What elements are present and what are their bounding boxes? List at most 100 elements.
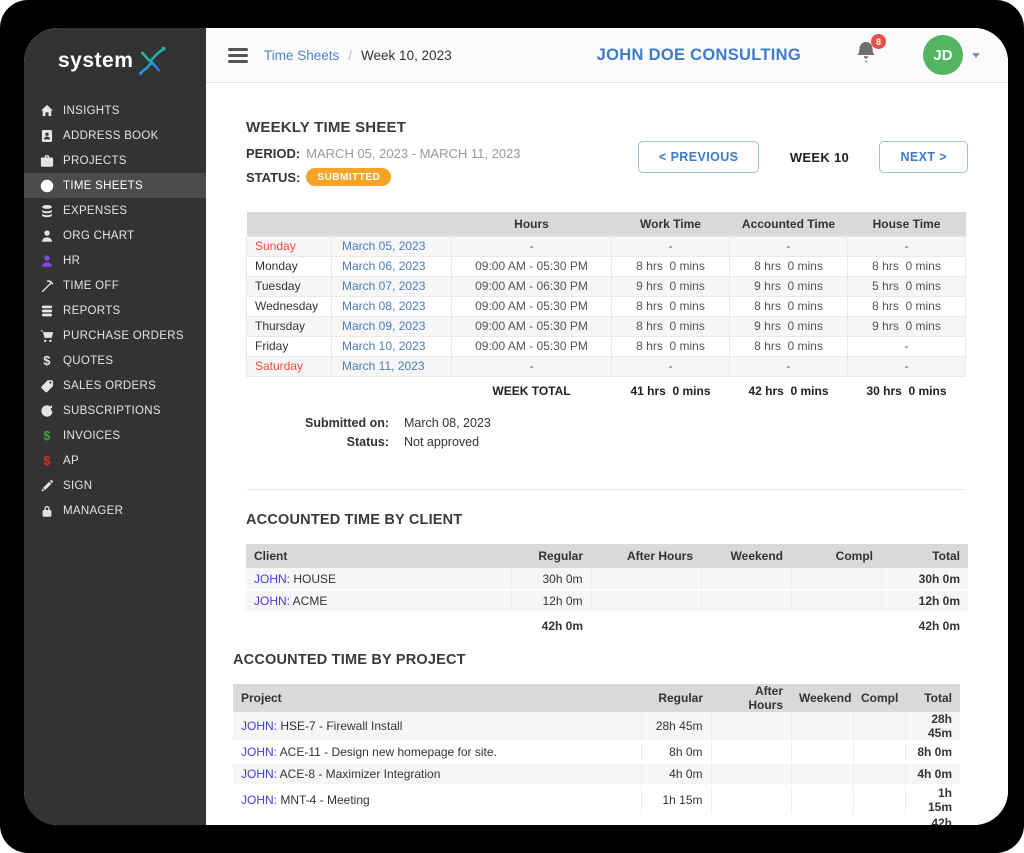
spacer-cell — [711, 815, 791, 825]
accounted-cell: 8 hrs 0 mins — [730, 336, 848, 356]
sidebar-item-ap[interactable]: $AP — [24, 448, 206, 473]
breadcrumb-separator: / — [348, 48, 352, 63]
page-title: WEEKLY TIME SHEET — [246, 119, 968, 136]
sidebar-item-sales-orders[interactable]: SALES ORDERS — [24, 373, 206, 398]
person-icon — [39, 253, 55, 269]
date-link[interactable]: March 07, 2023 — [342, 279, 425, 293]
accounted-time-by-client-table: ClientRegularAfter HoursWeekendComplTota… — [246, 544, 968, 638]
column-header — [332, 212, 452, 236]
home-icon — [39, 103, 55, 119]
total-cell: 30h 0m — [881, 568, 968, 590]
entity-name: HOUSE — [293, 572, 336, 586]
client-total-row: 42h 0m42h 0m — [246, 612, 968, 638]
sidebar-item-subscriptions[interactable]: SUBSCRIPTIONS — [24, 398, 206, 423]
hours-cell: 09:00 AM - 05:30 PM — [452, 256, 612, 276]
approval-status-label: Status: — [301, 435, 389, 449]
address-book-icon — [39, 128, 55, 144]
client-link[interactable]: JOHN: — [241, 719, 277, 733]
sidebar-item-label: EXPENSES — [63, 205, 127, 217]
column-header: Project — [233, 684, 641, 712]
date-cell: March 07, 2023 — [332, 276, 452, 296]
previous-week-button[interactable]: < PREVIOUS — [638, 141, 759, 173]
hours-cell: - — [452, 356, 612, 376]
work-cell: - — [612, 356, 730, 376]
notification-badge: 8 — [871, 34, 886, 49]
date-link[interactable]: March 05, 2023 — [342, 239, 425, 253]
sidebar-item-purchase-orders[interactable]: PURCHASE ORDERS — [24, 323, 206, 348]
sidebar-item-label: ADDRESS BOOK — [63, 130, 159, 142]
sidebar: system INSIGHTSADDRESS BOOKPROJECTSTIME … — [24, 28, 206, 825]
sidebar-item-reports[interactable]: REPORTS — [24, 298, 206, 323]
user-menu[interactable]: JD — [923, 35, 980, 75]
sidebar-item-address-book[interactable]: ADDRESS BOOK — [24, 123, 206, 148]
breadcrumb-current: Week 10, 2023 — [361, 48, 452, 63]
spacer-cell — [791, 815, 853, 825]
sidebar-item-label: TIME SHEETS — [63, 180, 143, 192]
column-header: Hours — [452, 212, 612, 236]
sidebar-item-expenses[interactable]: EXPENSES — [24, 198, 206, 223]
breadcrumb: Time Sheets / Week 10, 2023 — [264, 48, 452, 63]
column-header: Work Time — [612, 212, 730, 236]
sidebar-item-time-sheets[interactable]: TIME SHEETS — [24, 173, 206, 198]
sidebar-item-sign[interactable]: SIGN — [24, 473, 206, 498]
column-header: Weekend — [701, 544, 791, 568]
cart-icon — [39, 328, 55, 344]
house-cell: - — [848, 236, 966, 256]
date-link[interactable]: March 11, 2023 — [342, 359, 425, 373]
sidebar-item-manager[interactable]: MANAGER — [24, 498, 206, 523]
sidebar-item-invoices[interactable]: $INVOICES — [24, 423, 206, 448]
sidebar-item-quotes[interactable]: $QUOTES — [24, 348, 206, 373]
avatar[interactable]: JD — [923, 35, 963, 75]
accounted-cell: 9 hrs 0 mins — [730, 316, 848, 336]
status-label: STATUS: — [246, 170, 300, 185]
client-link[interactable]: JOHN: — [254, 594, 290, 608]
week-total-work: 41 hrs 0 mins — [612, 376, 730, 406]
column-header: After Hours — [711, 684, 791, 712]
house-cell: - — [848, 356, 966, 376]
accounted-cell: - — [730, 236, 848, 256]
section-divider — [246, 489, 965, 490]
dollar-icon: $ — [39, 428, 55, 444]
total-cell: 12h 0m — [881, 590, 968, 612]
client-link[interactable]: JOHN: — [241, 767, 277, 781]
client-link[interactable]: JOHN: — [241, 793, 277, 807]
spacer-cell — [591, 612, 701, 638]
week-navigation: < PREVIOUS WEEK 10 NEXT > — [638, 141, 968, 173]
client-link[interactable]: JOHN: — [241, 745, 277, 759]
sidebar-item-label: ORG CHART — [63, 230, 135, 242]
column-header: Accounted Time — [730, 212, 848, 236]
entity-name: ACME — [293, 594, 328, 608]
total-cell: 4h 0m — [905, 763, 960, 785]
sidebar-item-org-chart[interactable]: ORG CHART — [24, 223, 206, 248]
column-header: Total — [881, 544, 968, 568]
column-header: House Time — [848, 212, 966, 236]
week-number-label: WEEK 10 — [790, 150, 849, 165]
date-link[interactable]: March 08, 2023 — [342, 299, 425, 313]
hours-cell: 09:00 AM - 06:30 PM — [452, 276, 612, 296]
sidebar-item-time-off[interactable]: TIME OFF — [24, 273, 206, 298]
breadcrumb-link-timesheets[interactable]: Time Sheets — [264, 48, 339, 63]
sidebar-nav: INSIGHTS ADDRESS BOOK PROJECTS TIME SHEETS E… — [24, 98, 206, 523]
next-week-button[interactable]: NEXT > — [879, 141, 968, 173]
accounted-cell: 9 hrs 0 mins — [730, 276, 848, 296]
date-link[interactable]: March 09, 2023 — [342, 319, 425, 333]
client-link[interactable]: JOHN: — [254, 572, 290, 586]
sidebar-item-label: SUBSCRIPTIONS — [63, 405, 161, 417]
column-header: Regular — [641, 684, 711, 712]
work-cell: 8 hrs 0 mins — [612, 336, 730, 356]
sidebar-item-hr[interactable]: HR — [24, 248, 206, 273]
notifications-button[interactable]: 8 — [853, 39, 879, 71]
regular-cell: 28h 45m — [641, 712, 711, 741]
date-link[interactable]: March 06, 2023 — [342, 259, 425, 273]
weekend-cell — [701, 590, 791, 612]
table-row: TuesdayMarch 07, 202309:00 AM - 06:30 PM… — [247, 276, 966, 296]
sidebar-item-label: QUOTES — [63, 355, 113, 367]
sidebar-item-projects[interactable]: PROJECTS — [24, 148, 206, 173]
weekend-cell — [791, 712, 853, 741]
hamburger-menu-icon[interactable] — [228, 48, 248, 63]
sidebar-item-insights[interactable]: INSIGHTS — [24, 98, 206, 123]
sidebar-item-label: HR — [63, 255, 80, 267]
date-link[interactable]: March 10, 2023 — [342, 339, 425, 353]
chevron-down-icon — [972, 53, 980, 58]
period-label: PERIOD: — [246, 146, 300, 161]
